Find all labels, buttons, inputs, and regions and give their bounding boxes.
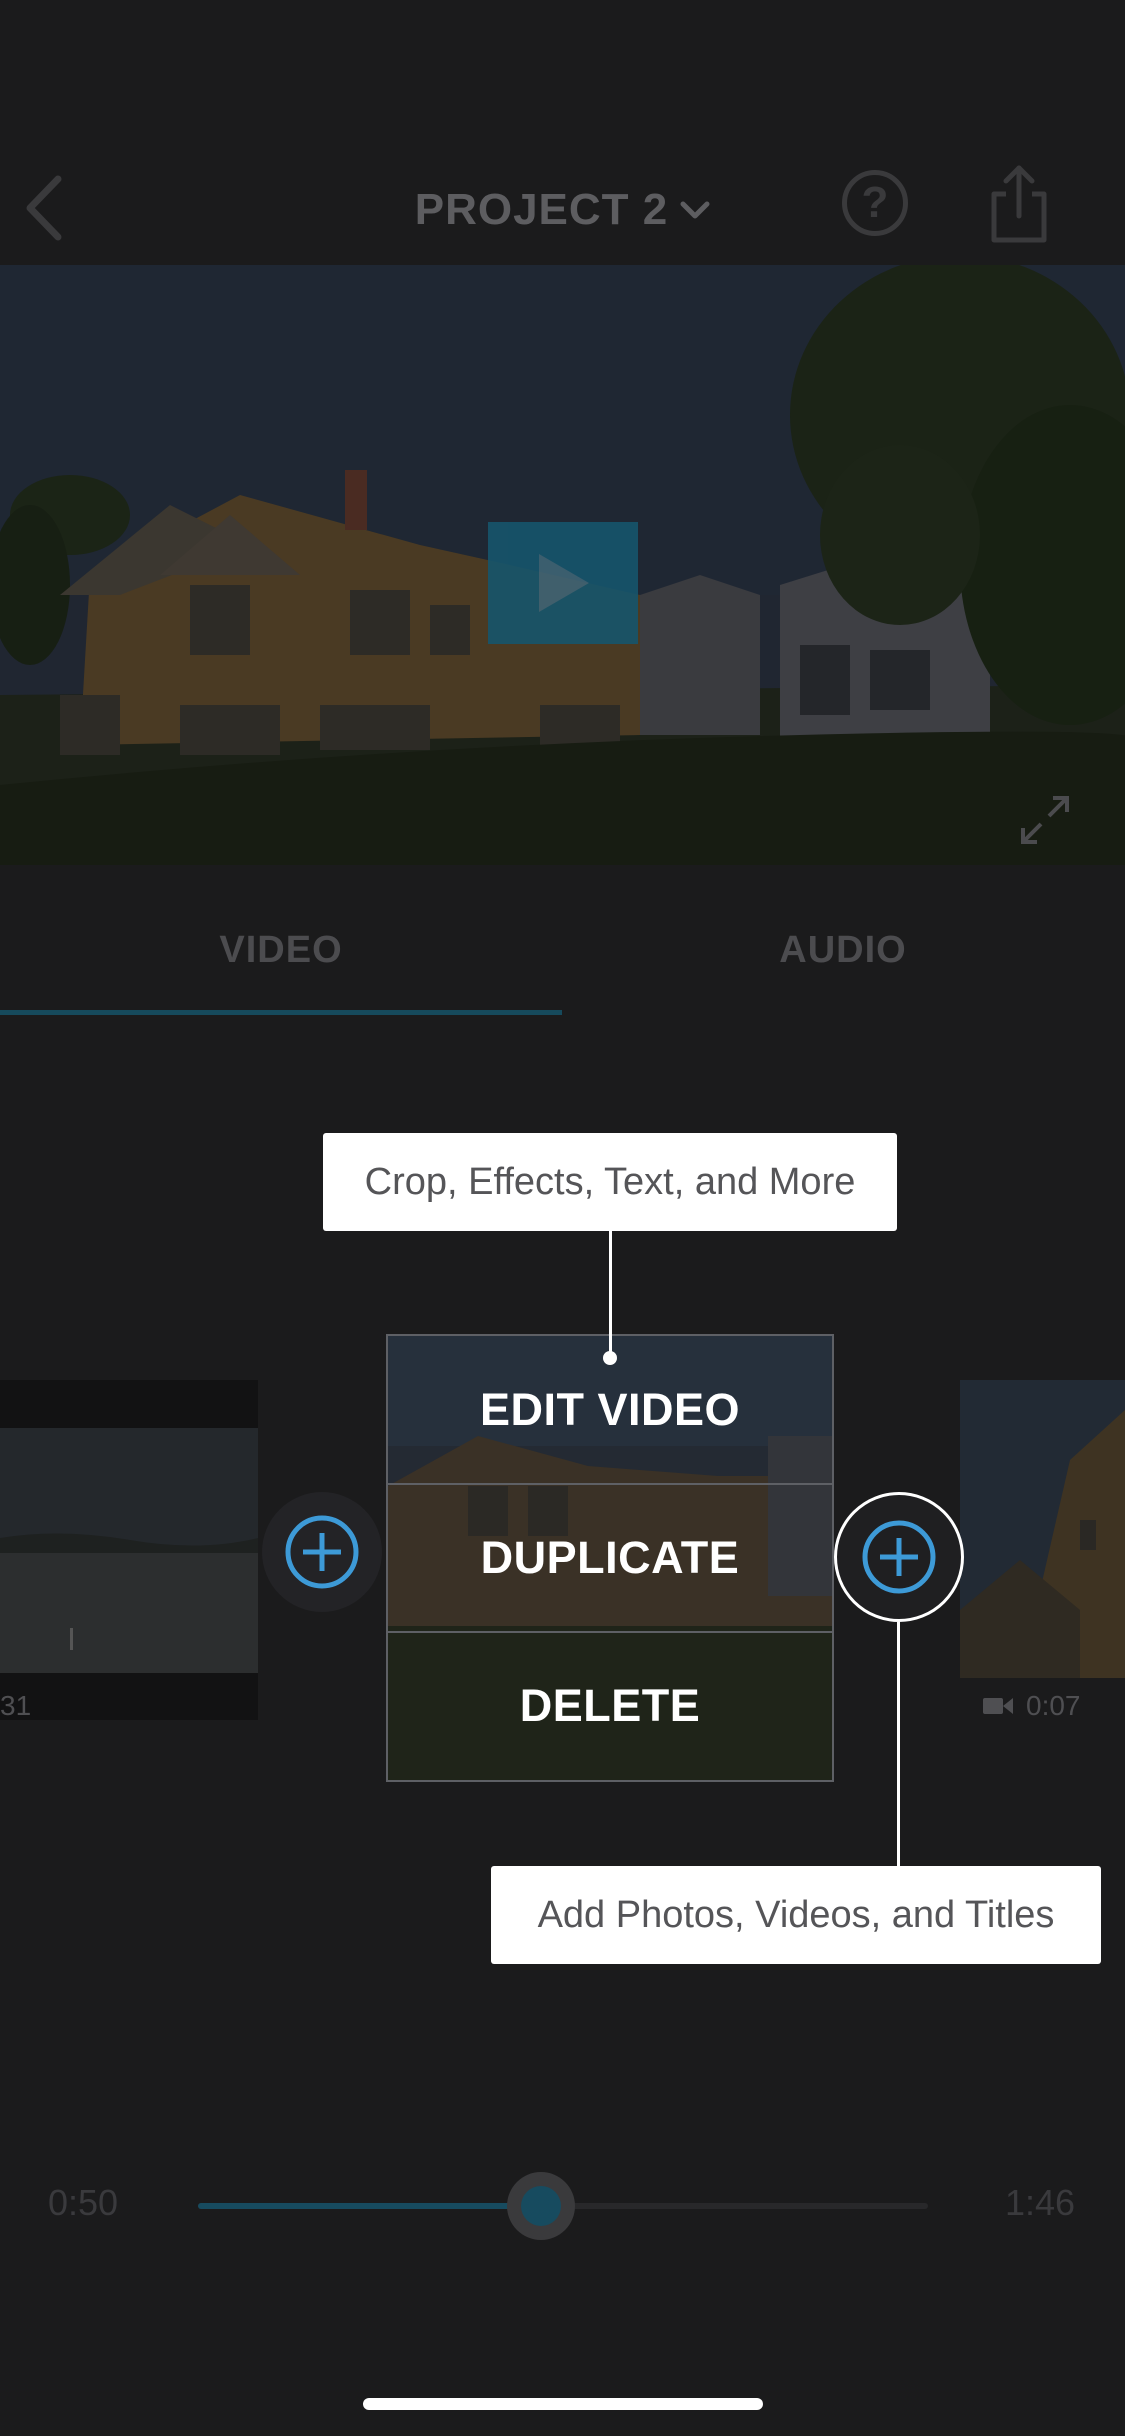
video-camera-icon [983, 1698, 1013, 1714]
tooltip-connector [897, 1622, 900, 1866]
plus-circle-icon [285, 1515, 359, 1589]
current-time: 0:50 [48, 2182, 119, 2223]
add-hint-tooltip: Add Photos, Videos, and Titles [491, 1866, 1101, 1964]
chevron-down-icon [680, 201, 710, 219]
tab-video[interactable]: VIDEO [0, 880, 562, 1020]
play-icon [539, 554, 589, 612]
add-media-button-left[interactable] [262, 1492, 382, 1612]
expand-icon [1021, 796, 1069, 844]
share-button[interactable] [988, 164, 1050, 244]
tooltip-connector [609, 1231, 612, 1357]
header: PROJECT 2 ? [0, 120, 1125, 265]
total-time: 1:46 [1005, 2182, 1076, 2223]
duplicate-button[interactable]: DUPLICATE [388, 1484, 832, 1632]
scrubber-handle[interactable] [507, 2172, 576, 2240]
fullscreen-button[interactable] [1010, 785, 1080, 855]
tab-bar: VIDEO AUDIO [0, 880, 1125, 1020]
tooltip-connector-dot [603, 1351, 617, 1365]
add-media-button-right[interactable] [834, 1492, 964, 1622]
clip-action-menu: EDIT VIDEO DUPLICATE DELETE [386, 1334, 834, 1782]
timeline-clip-previous[interactable] [0, 1380, 258, 1720]
timeline-clip-next[interactable] [960, 1380, 1125, 1678]
share-icon [991, 165, 1047, 243]
edit-hint-tooltip: Crop, Effects, Text, and More [323, 1133, 897, 1231]
video-preview[interactable] [0, 265, 1125, 865]
clip-duration-label: 0:07 [1026, 1690, 1081, 1721]
tab-audio[interactable]: AUDIO [562, 880, 1124, 1020]
clip-duration-next: 0:07 [982, 1690, 1081, 1722]
clip-duration: 31 [0, 1690, 32, 1721]
project-title: PROJECT 2 [414, 185, 669, 234]
help-button[interactable]: ? [842, 170, 908, 236]
delete-button[interactable]: DELETE [388, 1632, 832, 1780]
clip-thumbnail [960, 1380, 1125, 1678]
home-indicator[interactable] [363, 2398, 763, 2410]
scrubber-progress [198, 2203, 542, 2209]
plus-circle-icon [862, 1520, 936, 1594]
clip-thumbnail [0, 1428, 258, 1673]
question-icon: ? [861, 178, 889, 227]
project-title-dropdown[interactable]: PROJECT 2 [0, 160, 1125, 260]
scrubber-handle-inner [521, 2186, 562, 2226]
active-tab-indicator [0, 1010, 562, 1015]
play-button[interactable] [488, 522, 638, 644]
